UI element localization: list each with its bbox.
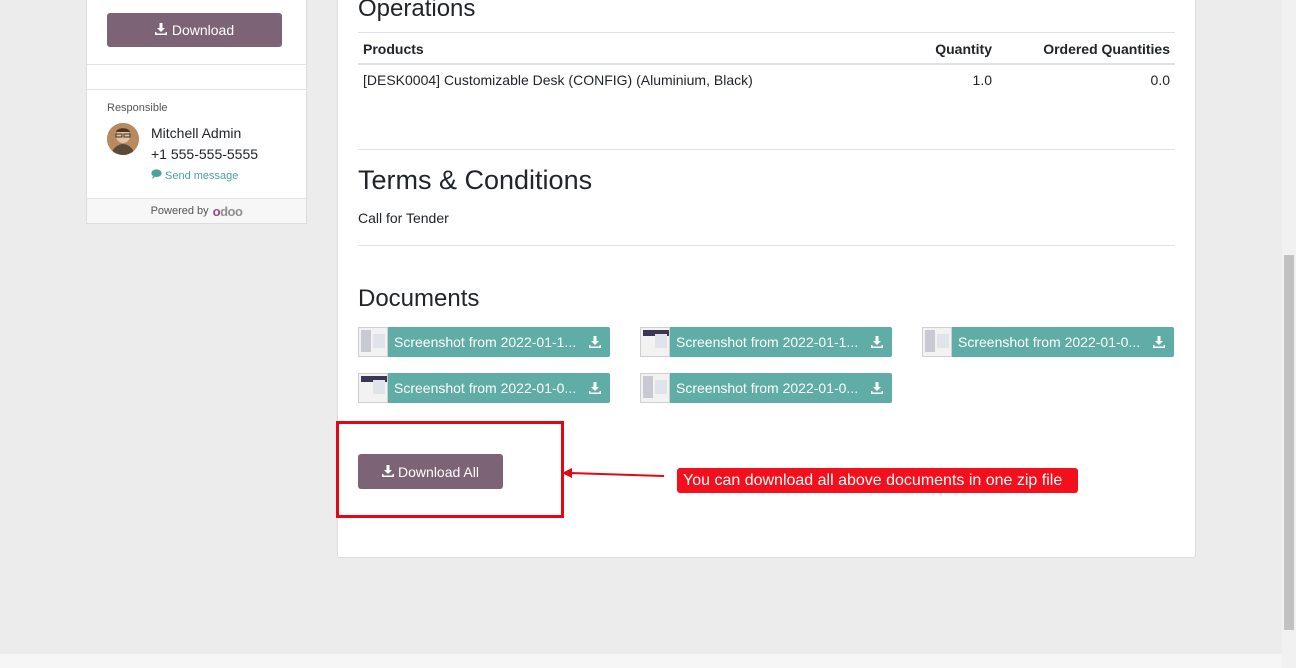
download-label: Download: [171, 22, 235, 38]
download-icon[interactable]: [580, 336, 610, 348]
portal-sidebar: Download Responsible Mitchell Admin +1 5…: [86, 0, 307, 224]
annotation-callout: You can download all above documents in …: [677, 468, 1078, 493]
document-name: Screenshot from 2022-01-0...: [958, 334, 1141, 350]
cell-ordered-quantity: 0.0: [1150, 72, 1170, 88]
page-bottom: [0, 654, 1282, 668]
document-name: Screenshot from 2022-01-1...: [676, 334, 859, 350]
odoo-logo[interactable]: odoo: [213, 204, 243, 219]
document-thumbnail: [640, 327, 670, 357]
terms-title: Terms & Conditions: [358, 165, 593, 195]
document-item[interactable]: Screenshot from 2022-01-0...: [640, 373, 892, 403]
terms-text: Call for Tender: [358, 210, 449, 226]
document-item[interactable]: Screenshot from 2022-01-0...: [358, 373, 610, 403]
send-message-label: Send message: [165, 169, 239, 182]
download-icon[interactable]: [1144, 336, 1174, 348]
scrollbar[interactable]: [1282, 0, 1296, 668]
send-message-link[interactable]: Send message: [151, 169, 238, 182]
scrollbar-thumb[interactable]: [1284, 255, 1294, 630]
document-thumbnail: [922, 327, 952, 357]
download-button[interactable]: Download: [107, 13, 282, 47]
document-item[interactable]: Screenshot from 2022-01-1...: [358, 327, 610, 357]
operations-title: Operations: [358, 0, 476, 22]
annotation-arrow-icon: [562, 468, 665, 478]
document-item[interactable]: Screenshot from 2022-01-0...: [922, 327, 1174, 357]
download-icon[interactable]: [862, 336, 892, 348]
responsible-label: Responsible: [107, 102, 168, 114]
header-products: Products: [363, 41, 424, 57]
divider: [87, 64, 306, 65]
document-thumbnail: [640, 373, 670, 403]
download-icon[interactable]: [580, 382, 610, 394]
document-name: Screenshot from 2022-01-0...: [394, 380, 577, 396]
powered-by-footer: Powered by odoo: [87, 198, 306, 223]
operations-table: Products Quantity Ordered Quantities [DE…: [358, 32, 1175, 95]
responsible-name: Mitchell Admin: [151, 125, 242, 141]
download-icon[interactable]: [862, 382, 892, 394]
download-icon: [154, 22, 167, 38]
chat-bubble-icon: [151, 169, 162, 182]
table-header: Products Quantity Ordered Quantities: [358, 32, 1175, 65]
document-item[interactable]: Screenshot from 2022-01-1...: [640, 327, 892, 357]
document-thumbnail: [358, 373, 388, 403]
avatar: [107, 123, 139, 155]
divider: [358, 245, 1175, 246]
highlight-box: [336, 421, 564, 518]
cell-quantity: 1.0: [972, 72, 992, 88]
powered-by-label: Powered by: [150, 205, 209, 217]
documents-title: Documents: [358, 285, 480, 312]
responsible-phone: +1 555-555-5555: [151, 146, 259, 162]
table-row: [DESK0004] Customizable Desk (CONFIG) (A…: [358, 65, 1175, 95]
document-name: Screenshot from 2022-01-0...: [676, 380, 859, 396]
divider: [87, 89, 306, 90]
document-thumbnail: [358, 327, 388, 357]
document-name: Screenshot from 2022-01-1...: [394, 334, 577, 350]
cell-product: [DESK0004] Customizable Desk (CONFIG) (A…: [363, 72, 753, 88]
header-ordered-quantities: Ordered Quantities: [1043, 41, 1170, 57]
divider: [358, 149, 1175, 150]
header-quantity: Quantity: [935, 41, 992, 57]
